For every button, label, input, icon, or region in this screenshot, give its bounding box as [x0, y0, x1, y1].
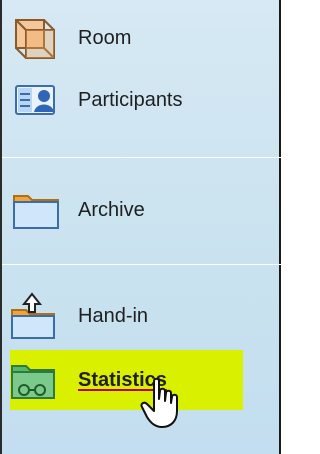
nav-divider [2, 157, 281, 158]
archive-folder-icon [10, 186, 64, 234]
nav-item-archive[interactable]: Archive [10, 186, 145, 234]
nav-item-hand-in-label: Hand-in [78, 304, 149, 327]
nav-item-room[interactable]: Room [10, 14, 131, 62]
nav-item-archive-label: Archive [78, 198, 145, 221]
hand-in-folder-icon [10, 292, 64, 340]
hand-pointer-cursor-icon [140, 377, 186, 429]
room-cube-icon [10, 14, 64, 62]
nav-item-room-label: Room [78, 26, 132, 49]
side-navigation-panel: Room Participants Archive Hand-in Statis… [0, 0, 281, 454]
nav-item-participants[interactable]: Participants [10, 76, 183, 124]
statistics-folder-icon [10, 356, 64, 404]
participants-card-icon [10, 76, 64, 124]
nav-item-participants-label: Participants [78, 88, 183, 111]
nav-divider [2, 264, 281, 265]
nav-item-hand-in[interactable]: Hand-in [10, 292, 148, 340]
